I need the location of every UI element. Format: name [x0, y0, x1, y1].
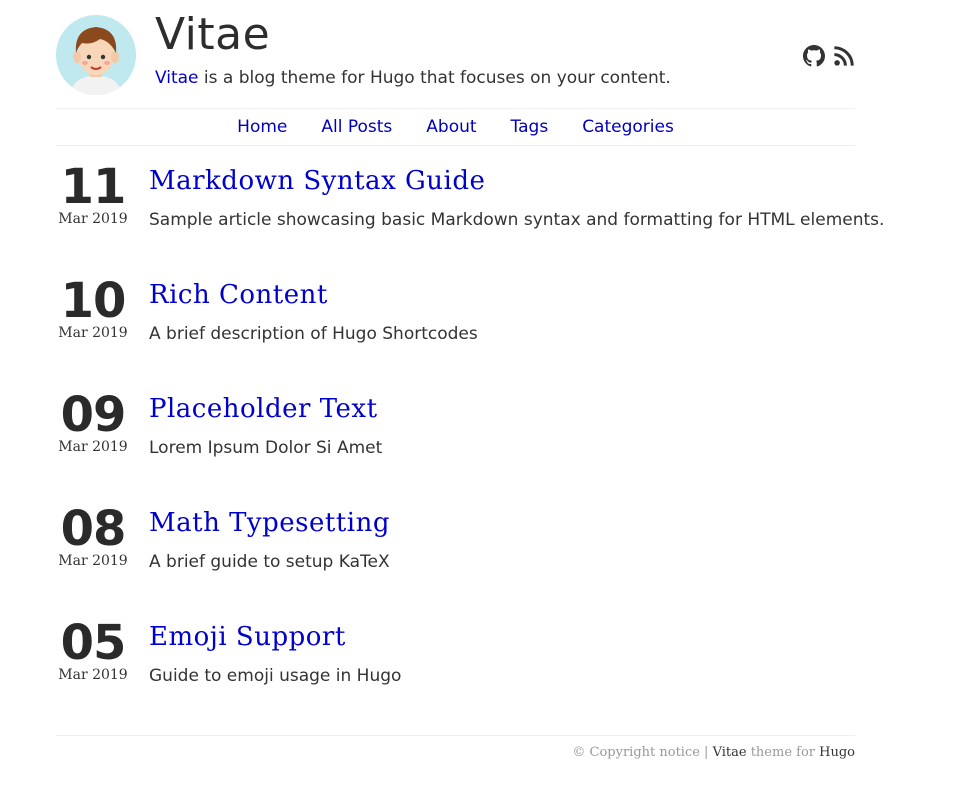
post-list: 11 Mar 2019 Markdown Syntax Guide Sample… — [56, 160, 884, 730]
github-icon[interactable] — [803, 45, 825, 67]
post-description: A brief guide to setup KaTeX — [149, 552, 390, 572]
post-title-link[interactable]: Markdown Syntax Guide — [149, 162, 485, 200]
nav-categories[interactable]: Categories — [582, 117, 674, 137]
footer-hugo-link[interactable]: Hugo — [819, 745, 855, 760]
post-month: Mar 2019 — [58, 325, 128, 341]
avatar-illustration — [56, 15, 136, 95]
nav-tags[interactable]: Tags — [511, 117, 549, 137]
site-title[interactable]: Vitae — [155, 8, 270, 62]
post-description: Lorem Ipsum Dolor Si Amet — [149, 438, 383, 458]
post-day: 09 — [60, 387, 127, 443]
post-date: 05 Mar 2019 — [56, 616, 130, 682]
rss-icon[interactable] — [833, 45, 855, 67]
nav-all-posts[interactable]: All Posts — [321, 117, 392, 137]
post-month: Mar 2019 — [58, 553, 128, 569]
footer-vitae-link[interactable]: Vitae — [713, 745, 747, 760]
post-description: A brief description of Hugo Shortcodes — [149, 324, 478, 344]
post-item: 10 Mar 2019 Rich Content A brief descrip… — [56, 274, 855, 388]
post-date: 08 Mar 2019 — [56, 502, 130, 568]
avatar[interactable] — [56, 15, 136, 95]
post-item: 08 Mar 2019 Math Typesetting A brief gui… — [56, 502, 855, 616]
post-day: 10 — [60, 273, 127, 329]
post-date: 11 Mar 2019 — [56, 160, 130, 226]
post-day: 08 — [60, 501, 127, 557]
site-header: Vitae Vitae is a blog theme for Hugo tha… — [56, 0, 855, 108]
post-description: Guide to emoji usage in Hugo — [149, 666, 402, 686]
footer-theme-for: theme for — [746, 745, 820, 760]
post-date: 10 Mar 2019 — [56, 274, 130, 340]
post-month: Mar 2019 — [58, 439, 128, 455]
post-month: Mar 2019 — [58, 211, 128, 227]
post-day: 05 — [60, 615, 127, 671]
tagline-text: is a blog theme for Hugo that focuses on… — [198, 68, 671, 88]
post-item: 09 Mar 2019 Placeholder Text Lorem Ipsum… — [56, 388, 855, 502]
post-day: 11 — [60, 159, 127, 215]
main-nav: Home All Posts About Tags Categories — [56, 108, 855, 146]
post-date: 09 Mar 2019 — [56, 388, 130, 454]
post-item: 11 Mar 2019 Markdown Syntax Guide Sample… — [56, 160, 884, 274]
post-title-link[interactable]: Emoji Support — [149, 618, 346, 656]
post-title-link[interactable]: Placeholder Text — [149, 390, 378, 428]
nav-about[interactable]: About — [426, 117, 476, 137]
copyright-text: © Copyright notice | — [572, 745, 713, 760]
site-footer: © Copyright notice | Vitae theme for Hug… — [56, 735, 855, 760]
site-tagline: Vitae is a blog theme for Hugo that focu… — [155, 66, 671, 90]
nav-home[interactable]: Home — [237, 117, 287, 137]
post-title-link[interactable]: Math Typesetting — [149, 504, 390, 542]
page-wrapper: Vitae Vitae is a blog theme for Hugo tha… — [56, 0, 884, 686]
post-title-link[interactable]: Rich Content — [149, 276, 328, 314]
post-description: Sample article showcasing basic Markdown… — [149, 210, 885, 230]
post-month: Mar 2019 — [58, 667, 128, 683]
social-links — [803, 45, 855, 67]
tagline-vitae-link[interactable]: Vitae — [155, 68, 199, 88]
post-item: 05 Mar 2019 Emoji Support Guide to emoji… — [56, 616, 855, 730]
